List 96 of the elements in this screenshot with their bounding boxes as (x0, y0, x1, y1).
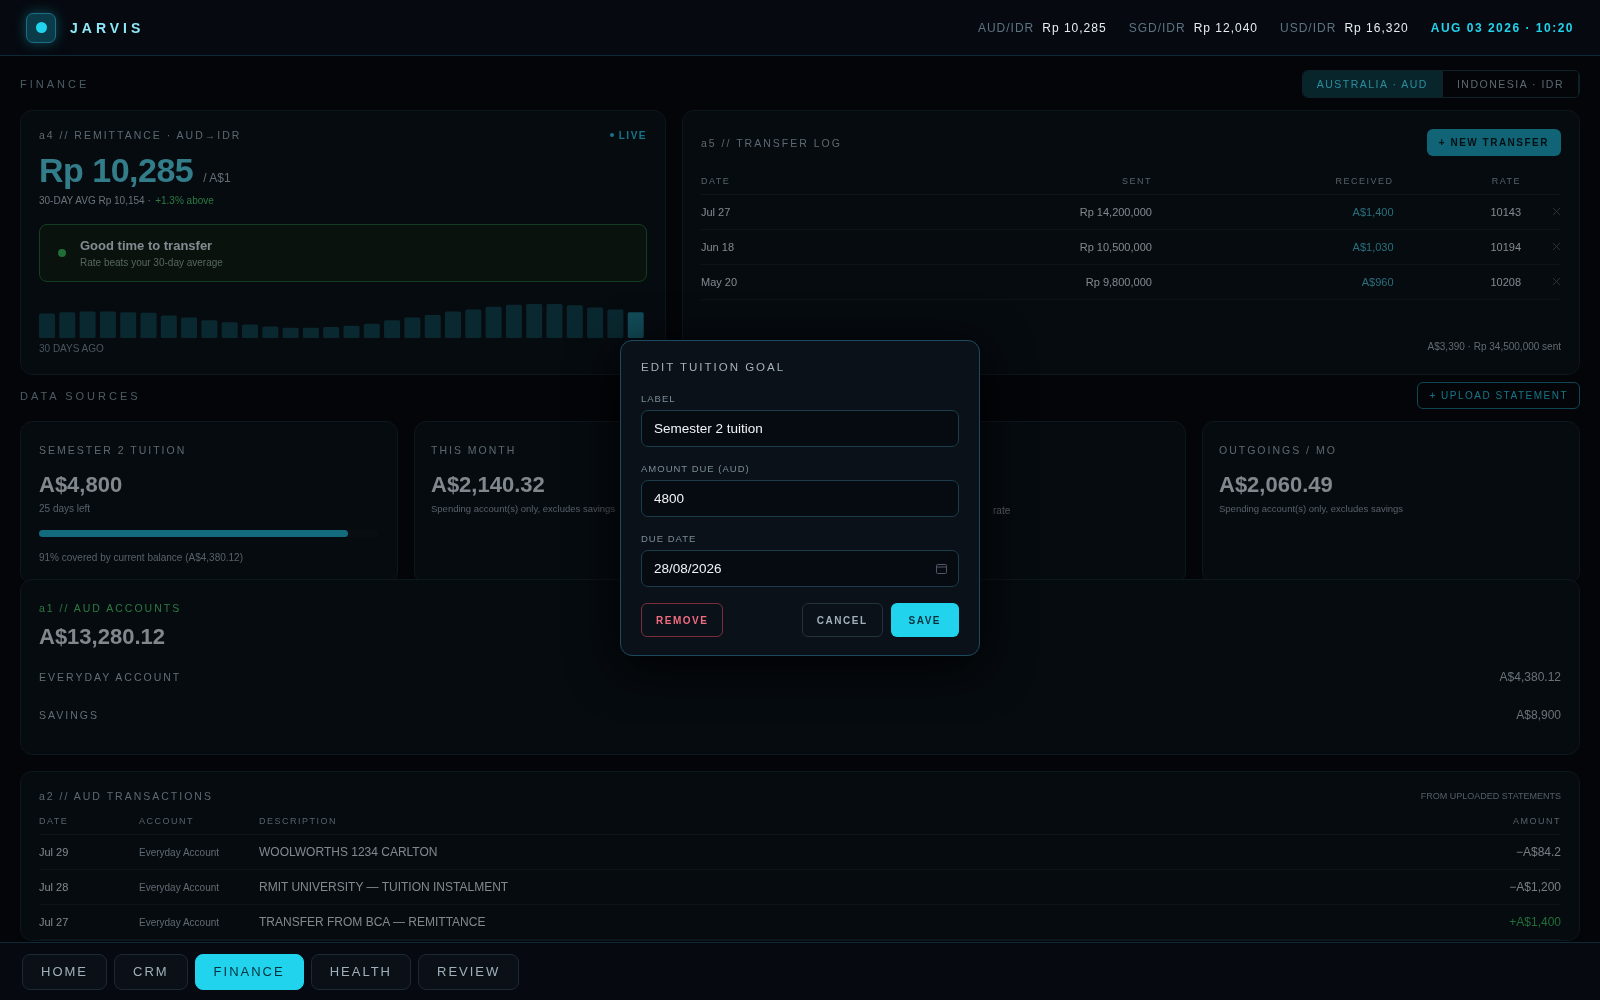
region-tab[interactable]: AUSTRALIA · AUD (1302, 71, 1443, 97)
currency-pair: USD/IDR (1280, 20, 1337, 35)
coverage-note: 91% covered by current balance (A$4,380.12) (39, 552, 243, 563)
section-title: DATA SOURCES (20, 389, 141, 402)
card-title: SEMESTER 2 TUITION (39, 444, 187, 456)
table-cell: Jul 27 (701, 194, 852, 230)
card-title: a4 // REMITTANCE · AUD→IDR (39, 129, 242, 141)
cancel-button[interactable]: CANCEL (801, 603, 883, 637)
column-header: DESCRIPTION (259, 810, 1441, 835)
account-balance: A$4,380.12 (1499, 670, 1561, 684)
upload-statement-button[interactable]: + UPLOAD STATEMENT (1417, 382, 1580, 409)
table-cell: Everyday Account (139, 869, 259, 905)
table-cell: Jul 28 (39, 869, 139, 905)
transfer-total: A$3,390 · Rp 34,500,000 sent (1427, 341, 1561, 352)
live-indicator: LIVE (609, 129, 647, 141)
field-label: LABEL (641, 393, 677, 404)
source-note: FROM UPLOADED STATEMENTS (1420, 791, 1561, 801)
table-cell: Rp 9,800,000 (851, 264, 1152, 300)
exchange-rate: Rp 12,040 (1193, 20, 1259, 35)
card-title: a1 // AUD ACCOUNTS (39, 602, 182, 614)
column-header: DATE (701, 170, 852, 195)
status-dot-icon (58, 249, 66, 257)
column-header: AMOUNT (1441, 810, 1561, 835)
save-button[interactable]: SAVE (890, 603, 959, 637)
column-header: RATE (1393, 170, 1521, 195)
table-cell: Jun 18 (701, 229, 852, 265)
calendar-icon[interactable] (936, 563, 947, 574)
table-cell: +A$1,400 (1441, 904, 1561, 940)
accounts-total: A$13,280.12 (39, 624, 166, 650)
signal-subtitle: Rate beats your 30-day average (80, 257, 223, 268)
date-time: AUG 03 2026 · 10:20 (1430, 20, 1574, 35)
stat-note: Spending account(s) only, excludes savings (1219, 503, 1404, 514)
exchange-rate: Rp 10,285 (1042, 20, 1107, 35)
table-cell: −A$1,200 (1441, 869, 1561, 905)
nav-tab[interactable]: HOME (22, 953, 107, 990)
input-field[interactable]: 4800 (641, 480, 959, 517)
days-left: 25 days left (39, 503, 91, 514)
table-cell: Jul 29 (39, 834, 139, 870)
nav-tab[interactable]: CRM (114, 953, 188, 990)
stat-note: Spending account(s) only, excludes savings (431, 503, 616, 514)
card-title: a5 // TRANSFER LOG (701, 136, 842, 149)
table-cell: A$1,030 (1151, 229, 1394, 265)
close-icon[interactable] (1552, 242, 1561, 251)
table-cell: Jul 27 (39, 904, 139, 940)
exchange-rate: Rp 10,285 (39, 151, 194, 190)
column-header: RECEIVED (1151, 170, 1394, 195)
table-cell: 10194 (1393, 229, 1521, 265)
nav-tab[interactable]: FINANCE (194, 953, 304, 990)
card-title: a2 // AUD TRANSACTIONS (39, 790, 213, 802)
column-header: SENT (851, 170, 1152, 195)
rate-change: +1.3% above (155, 195, 214, 206)
table-cell: −A$84.2 (1441, 834, 1561, 870)
table-cell: RMIT UNIVERSITY — TUITION INSTALMENT (259, 869, 1441, 905)
close-icon[interactable] (1552, 207, 1561, 216)
date-field[interactable]: 28/08/2026 (641, 550, 959, 587)
table-cell: Everyday Account (139, 834, 259, 870)
currency-pair: SGD/IDR (1128, 20, 1186, 35)
table-cell: May 20 (701, 264, 852, 300)
nav-tab[interactable]: HEALTH (310, 953, 411, 990)
table-cell: A$960 (1151, 264, 1394, 300)
table-cell: A$1,400 (1151, 194, 1394, 230)
table-cell: TRANSFER FROM BCA — REMITTANCE (259, 904, 1441, 940)
table-cell: 10208 (1393, 264, 1521, 300)
close-icon[interactable] (1552, 277, 1561, 286)
column-header: ACCOUNT (139, 810, 259, 835)
column-header: DATE (39, 810, 139, 835)
stat-note: rate (993, 505, 1011, 516)
dialog-title: EDIT TUITION GOAL (641, 361, 787, 373)
page-title: FINANCE (20, 78, 90, 90)
table-cell: Everyday Account (139, 904, 259, 940)
table-cell: Rp 14,200,000 (851, 194, 1152, 230)
table-cell: WOOLWORTHS 1234 CARLTON (259, 834, 1441, 870)
table-cell: Rp 10,500,000 (851, 229, 1152, 265)
table-cell: 10143 (1393, 194, 1521, 230)
stat-amount: A$2,140.32 (431, 472, 546, 498)
stat-amount: A$2,060.49 (1219, 472, 1334, 498)
card-title: THIS MONTH (431, 444, 517, 456)
field-label: DUE DATE (641, 533, 698, 544)
card-title: OUTGOINGS / MO (1219, 444, 1337, 456)
nav-tab[interactable]: REVIEW (418, 953, 520, 990)
average-rate: 30-DAY AVG Rp 10,154 · (39, 195, 151, 206)
account-balance: A$8,900 (1516, 708, 1561, 722)
exchange-rate: Rp 16,320 (1344, 20, 1409, 35)
app-name: JARVIS (70, 19, 145, 36)
region-tab[interactable]: INDONESIA · IDR (1442, 71, 1579, 97)
account-name: SAVINGS (39, 709, 99, 721)
goal-amount: A$4,800 (39, 472, 124, 498)
rate-unit: / A$1 (203, 171, 231, 185)
logo-icon (26, 12, 56, 43)
input-field[interactable]: Semester 2 tuition (641, 410, 959, 447)
currency-pair: AUD/IDR (977, 20, 1035, 35)
field-label: AMOUNT DUE (AUD) (641, 463, 751, 474)
account-name: EVERYDAY ACCOUNT (39, 671, 182, 683)
remove-button[interactable]: REMOVE (641, 603, 724, 637)
chart-caption: 30 DAYS AGO (39, 343, 104, 354)
signal-title: Good time to transfer (80, 238, 214, 253)
